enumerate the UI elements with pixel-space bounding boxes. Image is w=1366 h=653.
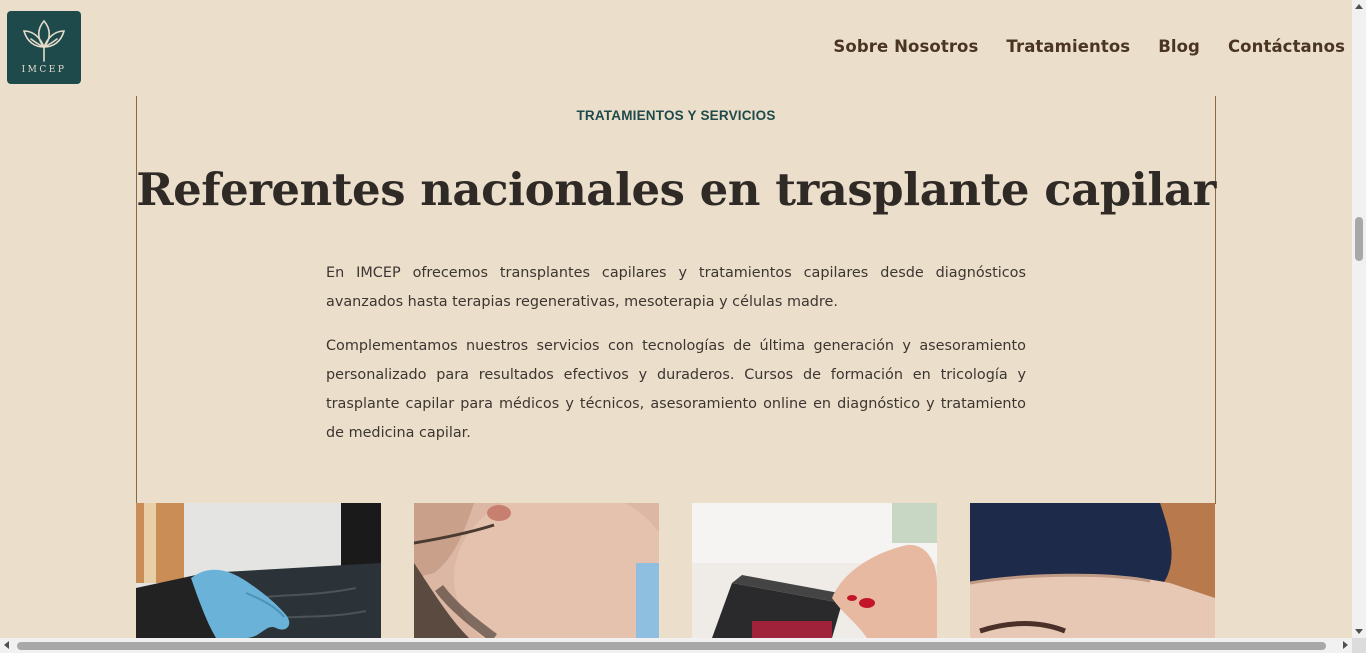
card-payment-terminal-photo xyxy=(692,503,937,638)
card-image-patient-forehead[interactable] xyxy=(970,503,1215,638)
nav-sobre-nosotros[interactable]: Sobre Nosotros xyxy=(833,37,978,56)
card-image-gloved-hand[interactable] xyxy=(136,503,381,638)
man-beard-face-photo xyxy=(414,503,659,638)
patient-forehead-photo xyxy=(970,503,1215,638)
horizontal-scroll-thumb[interactable] xyxy=(17,642,1326,650)
scrollbar-corner xyxy=(1352,638,1366,653)
section-eyebrow: TRATAMIENTOS Y SERVICIOS xyxy=(576,108,776,123)
horizontal-scrollbar[interactable] xyxy=(0,638,1366,653)
section-title: Referentes nacionales en trasplante capi… xyxy=(136,163,1216,216)
nav-tratamientos[interactable]: Tratamientos xyxy=(1006,37,1130,56)
section-paragraph-2: Complementamos nuestros servicios con te… xyxy=(326,338,1026,441)
vertical-scroll-thumb[interactable] xyxy=(1355,217,1363,261)
card-image-man-face[interactable] xyxy=(414,503,659,638)
vertical-scrollbar[interactable] xyxy=(1352,0,1366,638)
nav-blog[interactable]: Blog xyxy=(1158,37,1200,56)
scroll-right-icon[interactable] xyxy=(1343,641,1348,649)
scroll-down-icon[interactable] xyxy=(1355,629,1363,634)
gloved-hand-scalp-photo xyxy=(136,503,381,638)
logo-wordmark: IMCEP xyxy=(21,65,67,75)
scroll-left-icon[interactable] xyxy=(4,641,9,649)
leaf-lotus-icon xyxy=(22,19,66,62)
imcep-logo[interactable]: IMCEP xyxy=(7,11,81,84)
nav-contactanos[interactable]: Contáctanos xyxy=(1228,37,1345,56)
main-nav: Sobre Nosotros Tratamientos Blog Contáct… xyxy=(833,37,1345,56)
section-paragraph-1: En IMCEP ofrecemos transplantes capilare… xyxy=(326,265,1026,310)
card-image-payment-terminal[interactable] xyxy=(692,503,937,638)
scroll-up-icon[interactable] xyxy=(1355,4,1363,9)
section-body: En IMCEP ofrecemos transplantes capilare… xyxy=(326,259,1026,448)
